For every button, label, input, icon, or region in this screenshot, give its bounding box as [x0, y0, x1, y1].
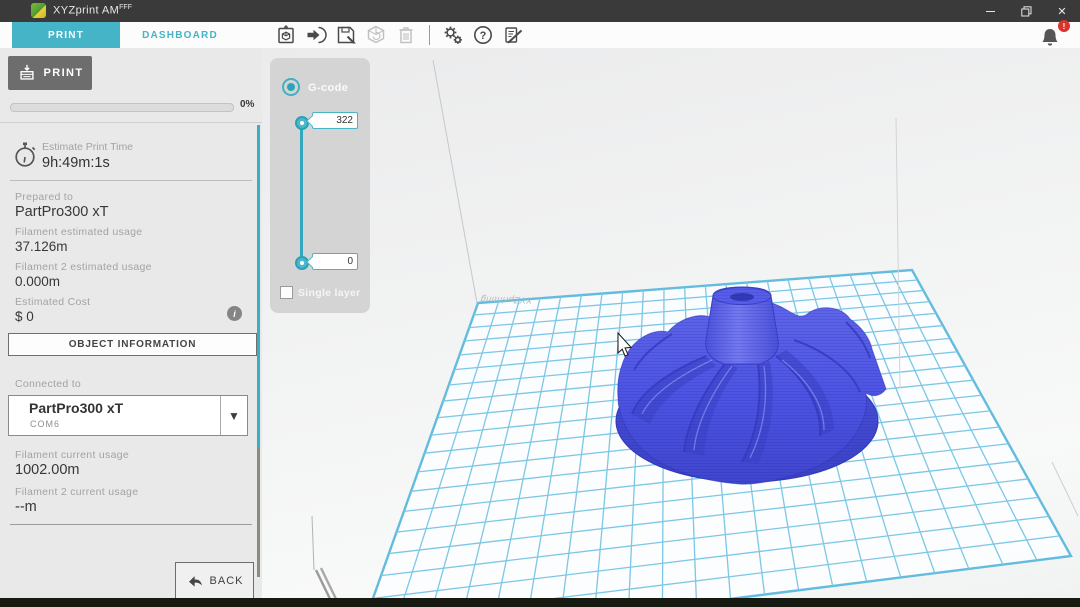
- bottom-edge-strip: [0, 598, 1080, 607]
- close-icon: ✕: [1057, 5, 1067, 18]
- build-plate-watermark: XYZprinting: [478, 294, 535, 306]
- filament-estimated-value: 37.126m: [15, 239, 68, 254]
- save-gcode-icon[interactable]: [334, 23, 358, 47]
- print-side-panel: PRINT 0% Estimate Print Time 9h:49m:1s P…: [0, 48, 263, 599]
- delete-icon[interactable]: [394, 23, 418, 47]
- printer-icon: [19, 64, 34, 80]
- svg-text:?: ?: [480, 30, 487, 42]
- send-to-printer-icon[interactable]: [304, 23, 328, 47]
- divider: [0, 122, 262, 123]
- layer-slider-upper-handle[interactable]: [294, 116, 309, 130]
- panel-scrollbar-track[interactable]: [257, 447, 260, 577]
- close-button[interactable]: ✕: [1044, 0, 1080, 22]
- estimated-cost-label: Estimated Cost: [15, 296, 91, 308]
- app-title-superscript: FFF: [119, 4, 132, 11]
- license-sign-icon[interactable]: [501, 23, 525, 47]
- notification-badge: !: [1058, 20, 1070, 32]
- divider: [10, 180, 252, 181]
- gcode-layer-panel: G-code 322 0 Single layer: [270, 58, 370, 313]
- printer-port: COM6: [30, 419, 61, 429]
- print-progress-bar: [10, 103, 234, 112]
- connected-to-label: Connected to: [15, 378, 82, 390]
- titlebar: XYZprint AMFFF ✕: [0, 0, 1080, 22]
- layer-lower-value-input[interactable]: 0: [312, 253, 358, 270]
- menubar: PRINT DASHBOARD ? !: [0, 20, 1080, 49]
- minimize-icon: [985, 10, 995, 12]
- dropdown-arrow-icon[interactable]: ▼: [220, 396, 247, 435]
- back-button[interactable]: BACK: [175, 562, 254, 599]
- filament2-current-value: --m: [15, 499, 37, 515]
- bed-wiper-object: [311, 515, 337, 598]
- filament-current-label: Filament current usage: [15, 449, 129, 461]
- help-icon[interactable]: ?: [471, 23, 495, 47]
- minimize-button[interactable]: [972, 0, 1008, 22]
- tab-print[interactable]: PRINT: [12, 22, 120, 48]
- gcode-radio-label: G-code: [308, 82, 349, 94]
- print-button-label: PRINT: [43, 67, 84, 79]
- restore-icon: [1020, 5, 1031, 16]
- print-progress-percent: 0%: [240, 99, 255, 110]
- viewport-3d[interactable]: XYZprinting G-code 322 0 Single layer: [262, 48, 1080, 598]
- settings-gears-icon[interactable]: [441, 23, 465, 47]
- gcode-radio-button[interactable]: [282, 78, 300, 96]
- tab-dashboard[interactable]: DASHBOARD: [120, 22, 240, 48]
- estimated-cost-value: $ 0: [15, 309, 34, 324]
- toolbar: ?: [274, 22, 525, 48]
- filament2-estimated-value: 0.000m: [15, 274, 61, 289]
- notification-bell-button[interactable]: !: [1038, 20, 1070, 49]
- divider: [10, 524, 252, 525]
- prepared-to-value: PartPro300 xT: [15, 204, 109, 220]
- filament-estimated-label: Filament estimated usage: [15, 226, 143, 238]
- print-button[interactable]: PRINT: [8, 56, 92, 90]
- printer-select-dropdown[interactable]: PartPro300 xT COM6 ▼: [8, 395, 248, 436]
- toolbar-separator: [429, 25, 430, 45]
- cost-info-icon[interactable]: i: [227, 306, 242, 321]
- package-export-icon[interactable]: [364, 23, 388, 47]
- estimate-time-value: 9h:49m:1s: [42, 155, 110, 171]
- app-title: XYZprint AMFFF: [53, 4, 132, 17]
- import-model-icon[interactable]: [274, 23, 298, 47]
- filament2-estimated-label: Filament 2 estimated usage: [15, 261, 152, 273]
- single-layer-label: Single layer: [298, 287, 361, 299]
- filament2-current-label: Filament 2 current usage: [15, 486, 139, 498]
- estimate-time-label: Estimate Print Time: [42, 141, 134, 153]
- layer-slider-track[interactable]: [300, 121, 303, 261]
- panel-scrollbar-thumb[interactable]: [257, 125, 260, 447]
- layer-upper-value-input[interactable]: 322: [312, 112, 358, 129]
- back-arrow-icon: [188, 575, 202, 587]
- radio-dot-icon: [287, 83, 295, 91]
- single-layer-checkbox[interactable]: [280, 286, 293, 299]
- app-logo-icon: [31, 3, 46, 18]
- object-information-button[interactable]: OBJECT INFORMATION: [8, 333, 257, 356]
- stopwatch-icon: [15, 142, 36, 167]
- printer-name: PartPro300 xT: [29, 400, 124, 416]
- back-button-label: BACK: [209, 574, 244, 587]
- viewport-canvas[interactable]: [262, 48, 1080, 598]
- filament-current-value: 1002.00m: [15, 462, 80, 478]
- restore-button[interactable]: [1008, 0, 1044, 22]
- prepared-to-label: Prepared to: [15, 191, 74, 203]
